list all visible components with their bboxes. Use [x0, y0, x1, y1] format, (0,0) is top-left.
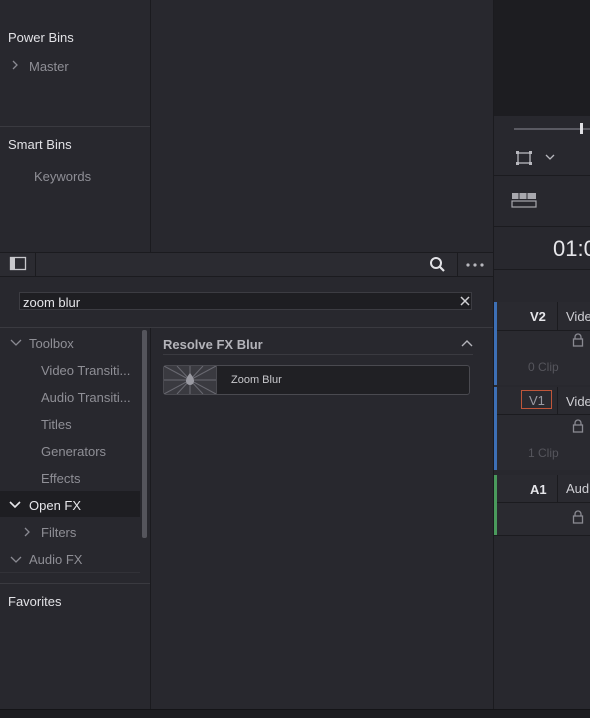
effects-toolbar: [0, 253, 493, 276]
search-area-top-border: [0, 276, 493, 277]
track-v2-header-line: [497, 330, 590, 331]
zoom-slider-track[interactable]: [514, 128, 590, 130]
audio-fx-underline: [0, 572, 140, 573]
results-group-underline: [163, 354, 473, 355]
clear-search-icon[interactable]: [460, 296, 470, 306]
favorites-separator: [0, 583, 150, 584]
panel-toggle-icon[interactable]: [9, 256, 27, 272]
track-v2-id[interactable]: V2: [530, 309, 546, 324]
track-a1-id[interactable]: A1: [530, 482, 547, 497]
chevron-down-icon[interactable]: [10, 338, 22, 348]
track-v1-id-divider: [557, 387, 558, 415]
thumbnail-divider: [216, 366, 217, 394]
track-v2-name[interactable]: Vide: [566, 309, 590, 324]
zoom-blur-thumbnail-icon: [164, 366, 216, 394]
chevron-down-icon[interactable]: [544, 152, 556, 162]
bins-divider: [150, 0, 151, 252]
smart-bins-title: Smart Bins: [8, 137, 72, 152]
track-v1-header-line: [497, 414, 590, 415]
chevron-down-icon[interactable]: [9, 500, 21, 510]
track-v1-id[interactable]: V1: [529, 393, 545, 408]
track-v2-id-divider: [557, 302, 558, 330]
track-v1-clip-count: 1 Clip: [528, 446, 559, 460]
toolbar-divider-2: [457, 253, 458, 276]
tree-toolbox[interactable]: Toolbox: [29, 336, 74, 351]
timecode-divider-top: [494, 226, 590, 227]
bins-separator: [0, 126, 150, 127]
tree-scrollbar[interactable]: [142, 330, 147, 538]
tree-divider: [150, 328, 151, 709]
track-v1-name[interactable]: Vide: [566, 394, 590, 409]
track-a1-id-divider: [557, 475, 558, 502]
bin-master[interactable]: Master: [29, 59, 69, 74]
search-icon[interactable]: [429, 256, 447, 274]
smart-bin-keywords[interactable]: Keywords: [34, 169, 91, 184]
tree-audio-transitions[interactable]: Audio Transiti...: [41, 390, 131, 405]
power-bins-title: Power Bins: [8, 30, 74, 45]
viewer-area: [494, 0, 590, 116]
search-input[interactable]: zoom blur: [23, 295, 80, 310]
search-field[interactable]: [19, 292, 472, 310]
chevron-up-icon[interactable]: [461, 339, 473, 349]
chevron-right-icon[interactable]: [10, 59, 20, 71]
tree-audio-fx[interactable]: Audio FX: [29, 552, 82, 567]
tree-favorites[interactable]: Favorites: [8, 594, 61, 609]
tree-effects[interactable]: Effects: [41, 471, 81, 486]
more-options-icon[interactable]: [465, 262, 485, 268]
effect-item-label: Zoom Blur: [231, 374, 282, 386]
chevron-right-icon[interactable]: [22, 526, 32, 538]
lock-icon[interactable]: [572, 333, 584, 347]
track-a1-bottom-line: [494, 535, 590, 536]
track-a1-header-line: [497, 502, 590, 503]
zoom-slider-handle[interactable]: [580, 123, 583, 134]
search-area-bottom-border: [0, 327, 493, 328]
track-a1-name[interactable]: Aud: [566, 481, 589, 496]
tree-titles[interactable]: Titles: [41, 417, 72, 432]
timecode-display: 01:0: [553, 236, 590, 261]
lock-icon[interactable]: [572, 419, 584, 433]
transform-icon[interactable]: [515, 150, 533, 166]
lock-icon[interactable]: [572, 510, 584, 524]
tree-open-fx[interactable]: Open FX: [29, 498, 81, 513]
toolbar-divider: [35, 253, 36, 276]
tree-filters[interactable]: Filters: [41, 525, 76, 540]
tree-video-transitions[interactable]: Video Transiti...: [41, 363, 130, 378]
results-group-title: Resolve FX Blur: [163, 337, 263, 352]
timeline-view-icon[interactable]: [511, 192, 539, 208]
timecode-divider-bottom: [494, 269, 590, 270]
tree-generators[interactable]: Generators: [41, 444, 106, 459]
chevron-down-icon[interactable]: [10, 555, 22, 565]
timeline-toolbar-divider: [494, 175, 590, 176]
track-v2-clip-count: 0 Clip: [528, 360, 559, 374]
